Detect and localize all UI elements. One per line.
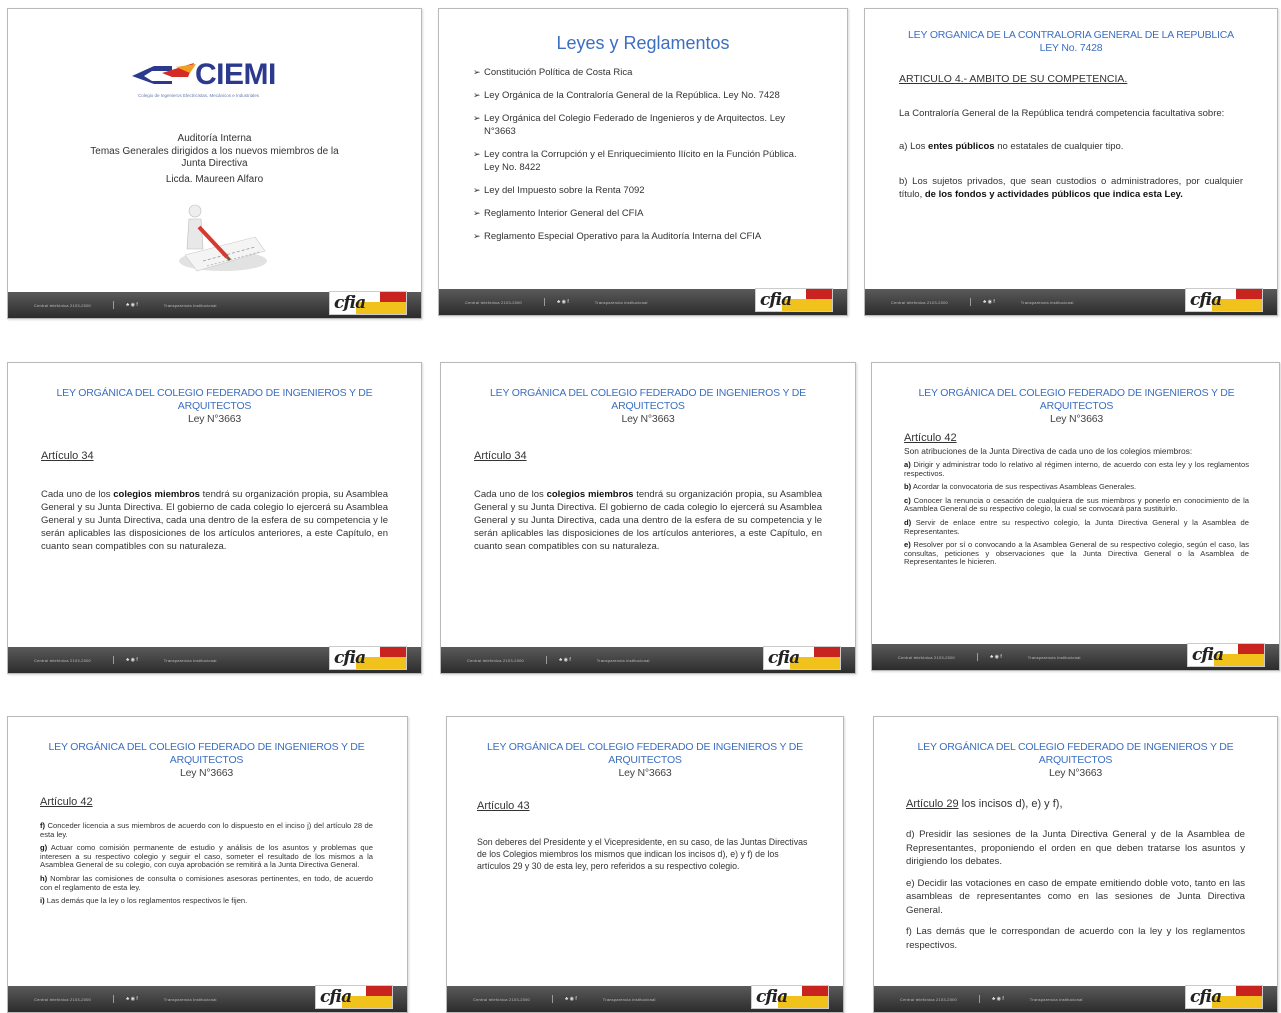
article-paragraph: f) Las demás que le correspondan de acue… (906, 926, 1245, 951)
article-item: g) Actuar como comisión permanente de es… (40, 843, 373, 870)
social-icons: ♣ ◉ f (564, 996, 577, 1002)
law-list-item: Ley del Impuesto sobre la Renta 7092 (473, 184, 811, 197)
article-heading: Artículo 42 (904, 432, 957, 444)
article-heading: Artículo 42 (40, 796, 93, 808)
law-list-item: Ley contra la Corrupción y el Enriquecim… (473, 148, 811, 174)
article-item: b) Acordar la convocatoria de sus respec… (904, 482, 1137, 492)
law-list-item: Reglamento Especial Operativo para la Au… (473, 230, 811, 243)
footer-transparency: Transparencia institucional (594, 299, 648, 305)
article-item-b: b) Los sujetos privados, que sean custod… (899, 176, 1243, 200)
law-list-item: Reglamento Interior General del CFIA (473, 207, 811, 220)
footer-transparency: Transparencia institucional (1020, 299, 1074, 305)
social-icons: ♣ ◉ f (125, 302, 138, 308)
footer-transparency: Transparencia institucional (1027, 654, 1081, 660)
cfia-logo: cfia (1187, 643, 1265, 667)
footer-phone: Central telefónica 2103-2000 (34, 657, 91, 663)
footer-phone: Central telefónica 2103-2000 (473, 996, 530, 1002)
footer-transparency: Transparencia institucional (602, 996, 656, 1002)
social-icons: ♣ ◉ f (125, 996, 138, 1002)
article-paragraph: e) Decidir las votaciones en caso de emp… (906, 877, 1245, 916)
slide-thumbnail-7[interactable]: LEY ORGÁNICA DEL COLEGIO FEDERADO DE ING… (7, 716, 408, 1013)
slide-thumbnail-6[interactable]: LEY ORGÁNICA DEL COLEGIO FEDERADO DE ING… (871, 362, 1280, 671)
footer-transparency: Transparencia institucional (1029, 996, 1083, 1002)
figure-with-pencil-illustration (179, 204, 267, 272)
cfia-logo: cfia (1185, 288, 1263, 312)
social-icons: ♣ ◉ f (556, 299, 569, 305)
article-item-a: a) Los entes públicos no estatales de cu… (899, 141, 1124, 152)
cfia-logo: cfia (329, 646, 407, 670)
footer-phone: Central telefónica 2103-2000 (34, 996, 91, 1002)
slide-thumbnail-8[interactable]: LEY ORGÁNICA DEL COLEGIO FEDERADO DE ING… (446, 716, 844, 1013)
cfia-logo: cfia (329, 291, 407, 315)
article-text: Cada uno de los colegios miembros tendrá… (41, 489, 388, 552)
footer-transparency: Transparencia institucional (163, 657, 217, 663)
article-item: a) Dirigir y administrar todo lo relativ… (904, 460, 1249, 478)
footer-phone: Central telefónica 2103-2000 (898, 654, 955, 660)
article-paragraph: d) Presidir las sesiones de la Junta Dir… (906, 829, 1245, 867)
ciemi-logo-text: CIEMI (195, 58, 276, 91)
cover-line-3: Junta Directiva (181, 158, 248, 169)
article-item: h) Nombrar las comisiones de consulta o … (40, 873, 373, 892)
article-item: i) Las demás que la ley o los reglamento… (40, 896, 248, 906)
cfia-logo: cfia (751, 985, 829, 1009)
cover-line-2: Temas Generales dirigidos a los nuevos m… (90, 145, 339, 157)
ciemi-tagline: Colegio de Ingenieros Electricistas, Mec… (138, 93, 260, 98)
law-list-item: Ley Orgánica de la Contraloría General d… (473, 89, 811, 102)
slide-title: LEY ORGÁNICA DEL COLEGIO FEDERADO DE ING… (487, 741, 803, 779)
footer-phone: Central telefónica 2103-2000 (467, 657, 524, 663)
cover-text: Auditoría Interna Temas Generales dirigi… (8, 133, 421, 186)
social-icons: ♣ ◉ f (991, 996, 1004, 1002)
article-item: c) Conocer la renuncia o cesación de cua… (904, 495, 1249, 514)
social-icons: ♣ ◉ f (558, 657, 571, 663)
social-icons: ♣ ◉ f (989, 654, 1002, 660)
footer-phone: Central telefónica 2103-2000 (900, 996, 957, 1002)
slide-title: LEY ORGANICA DE LA CONTRALORIA GENERAL D… (908, 29, 1234, 54)
slide-thumbnail-9[interactable]: LEY ORGÁNICA DEL COLEGIO FEDERADO DE ING… (873, 716, 1278, 1013)
slide-title: LEY ORGÁNICA DEL COLEGIO FEDERADO DE ING… (490, 387, 806, 425)
footer-transparency: Transparencia institucional (163, 302, 217, 308)
law-list: Constitución Política de Costa Rica Ley … (473, 66, 811, 243)
cfia-logo: cfia (315, 985, 393, 1009)
slide-title: Leyes y Reglamentos (556, 33, 730, 53)
article-heading: ARTICULO 4.- AMBITO DE SU COMPETENCIA. (899, 73, 1128, 85)
article-heading: Artículo 29 los incisos d), e) y f), (906, 798, 1063, 810)
article-heading: Artículo 43 (477, 800, 530, 812)
article-item: d) Servir de enlace entre su respectivo … (904, 517, 1249, 536)
footer-phone: Central telefónica 2103-2000 (891, 299, 948, 305)
cover-line-1: Auditoría Interna (177, 133, 252, 144)
article-text: Son deberes del Presidente y el Vicepres… (477, 837, 808, 871)
ciemi-mark-icon (132, 63, 196, 84)
slide-title: LEY ORGÁNICA DEL COLEGIO FEDERADO DE ING… (918, 387, 1235, 425)
article-text: Cada uno de los colegios miembros tendrá… (474, 489, 822, 552)
slide-title: LEY ORGÁNICA DEL COLEGIO FEDERADO DE ING… (56, 387, 373, 425)
article-intro: La Contraloría General de la República t… (899, 108, 1225, 119)
cover-line-4: Licda. Maureen Alfaro (165, 173, 264, 185)
social-icons: ♣ ◉ f (125, 657, 138, 663)
slide-thumbnail-4[interactable]: LEY ORGÁNICA DEL COLEGIO FEDERADO DE ING… (7, 362, 422, 674)
law-list-item: Ley Orgánica del Colegio Federado de Ing… (473, 112, 811, 138)
slide-title: LEY ORGÁNICA DEL COLEGIO FEDERADO DE ING… (917, 741, 1234, 779)
cfia-logo: cfia (1185, 985, 1263, 1009)
footer-phone: Central telefónica 2103-2000 (465, 299, 522, 305)
ciemi-logo: CIEMI Colegio de Ingenieros Electricista… (132, 57, 292, 101)
article-intro: Son atribuciones de la Junta Directiva d… (904, 446, 1193, 456)
slide-thumbnail-3[interactable]: LEY ORGANICA DE LA CONTRALORIA GENERAL D… (864, 8, 1278, 316)
article-heading: Artículo 34 (474, 450, 527, 462)
slide-thumbnail-1[interactable]: CIEMI Colegio de Ingenieros Electricista… (7, 8, 422, 319)
article-item: e) Resolver por sí o convocando a la Asa… (904, 540, 1249, 567)
slide-title: LEY ORGÁNICA DEL COLEGIO FEDERADO DE ING… (48, 741, 365, 779)
article-heading: Artículo 34 (41, 450, 94, 462)
cfia-logo: cfia (755, 288, 833, 312)
article-item: f) Conceder licencia a sus miembros de a… (40, 821, 373, 839)
slide-thumbnail-2[interactable]: Leyes y Reglamentos Constitución Polític… (438, 8, 848, 316)
footer-transparency: Transparencia institucional (163, 996, 217, 1002)
slide-thumbnail-5[interactable]: LEY ORGÁNICA DEL COLEGIO FEDERADO DE ING… (440, 362, 856, 674)
footer-phone: Central telefónica 2103-2000 (34, 302, 91, 308)
social-icons: ♣ ◉ f (982, 299, 995, 305)
law-list-item: Constitución Política de Costa Rica (473, 66, 811, 79)
footer-transparency: Transparencia institucional (596, 657, 650, 663)
cfia-logo: cfia (763, 646, 841, 670)
